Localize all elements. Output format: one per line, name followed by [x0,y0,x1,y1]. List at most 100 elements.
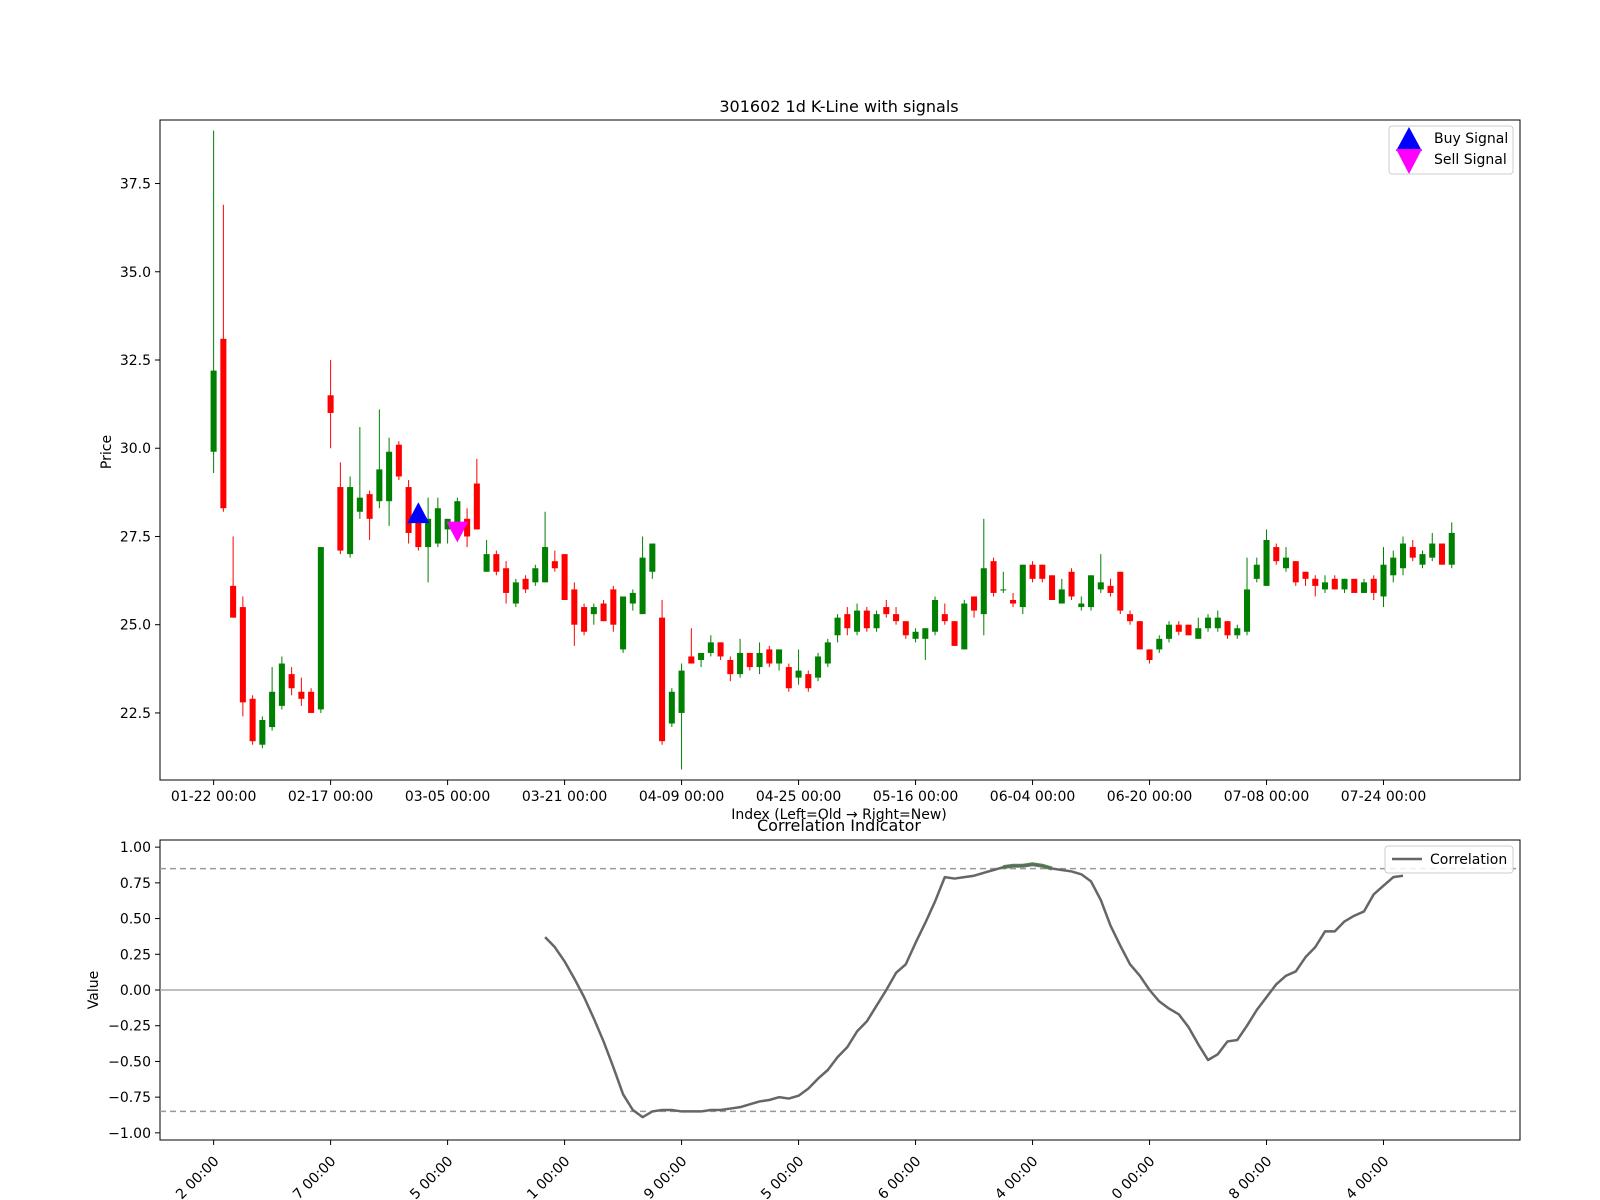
candle-body [688,656,695,664]
candle-body [395,444,402,477]
correlation-x-tick-label: …4 00:00 [982,1154,1041,1200]
kline-y-tick-label: 30.0 [120,441,151,457]
legend-correlation-label: Correlation [1430,852,1507,868]
candle-body [551,561,558,569]
correlation-x-ticks: …2 00:00 …7 00:00 …5 00:00 …1 00:00 …9 00:00… [163,1140,1392,1200]
candle [941,603,948,625]
candle [376,409,383,509]
candle [980,518,987,636]
correlation-y-label: Value [86,971,102,1009]
candle [1331,575,1338,590]
candle-body [259,720,266,745]
correlation-y-tick-label: 0.25 [120,947,151,963]
candle [1195,617,1202,639]
candle-body [893,614,900,622]
candle [366,490,373,540]
correlation-x-tick-label: …1 00:00 [514,1154,573,1200]
legend-buy-label: Buy Signal [1434,131,1508,147]
candle [707,635,714,657]
candle [961,600,968,650]
candle [990,557,997,597]
correlation-x-tick-label: …8 00:00 [1216,1154,1275,1200]
candle-body [668,691,675,724]
candle-body [1078,603,1085,608]
candle-body [756,652,763,668]
kline-y-ticks: 22.5 25.0 27.5 30.0 32.5 35.0 37.5 [120,177,160,722]
candle [805,670,812,692]
candle [405,480,412,544]
correlation-y-tick-label: 0.00 [120,983,151,999]
kline-y-tick-label: 22.5 [120,706,151,722]
candle-body [620,596,627,650]
candle [1409,540,1416,562]
candle-body [1312,578,1319,586]
candle [834,614,841,643]
kline-x-tick-label: 03-05 00:00 [405,789,490,805]
candle-body [1380,564,1387,597]
candle-body [454,501,461,523]
kline-x-ticks: 01-22 00:00 02-17 00:00 03-05 00:00 03-21 0… [171,780,1426,805]
candle-body [1234,628,1241,636]
candle-body [746,652,753,668]
candle [1273,543,1280,565]
candle [1127,610,1134,625]
candle [737,638,744,678]
candle [1224,621,1231,639]
kline-panel: 301602 1d K-Line with signals 22.5 25.0 27… [99,97,1521,823]
candle [327,360,334,449]
candle-body [932,600,939,632]
candle [1000,571,1007,593]
correlation-x-tick-label: …0 00:00 [1099,1154,1158,1200]
candle-body [1370,578,1377,593]
candle-body [1058,589,1065,604]
candle-body [922,628,929,639]
candle [483,540,490,572]
candle [1039,564,1046,583]
candle-body [1156,638,1163,650]
candle-body [1224,621,1231,636]
candle-body [785,667,792,689]
candle [337,462,344,555]
candle [668,688,675,728]
candle [230,536,237,618]
candle-body [1292,561,1299,583]
candle [347,476,354,558]
candle-body [1195,628,1202,639]
candle [1419,550,1426,569]
candle-body [1244,589,1251,632]
kline-y-tick-label: 37.5 [120,177,151,193]
candle [1380,547,1387,608]
candle-body [308,691,315,713]
candle-body [629,592,636,604]
candle-body [434,508,441,544]
candle-body [854,610,861,632]
candle [922,628,929,660]
correlation-x-tick-label: …6 00:00 [865,1154,924,1200]
candle-body [220,338,227,509]
kline-x-tick-label: 06-04 00:00 [990,789,1075,805]
kline-y-label: Price [99,435,115,469]
correlation-y-ticks: −1.00 −0.75 −0.50 −0.25 0.00 0.25 0.50 0.75 1.00 [108,840,160,1142]
correlation-y-tick-label: −0.25 [108,1019,151,1035]
kline-y-tick-label: 35.0 [120,265,151,281]
candle-body [1360,582,1368,593]
candle-body [1419,554,1426,565]
candle-body [1205,617,1212,629]
candle [1390,550,1397,583]
kline-y-tick-label: 32.5 [120,353,151,369]
candle [815,652,822,682]
candle [522,575,529,593]
candle [600,600,607,622]
candle [1068,568,1075,600]
kline-x-tick-label: 06-20 00:00 [1107,789,1192,805]
candle [356,427,363,519]
candle [912,628,919,643]
kline-title: 301602 1d K-Line with signals [719,97,958,116]
candle-body [483,554,490,572]
correlation-title: Correlation Indicator [757,816,921,835]
candle [278,656,285,710]
candle [1107,578,1114,597]
candle [1360,578,1368,593]
candle [873,610,880,632]
candle-body [239,607,246,703]
